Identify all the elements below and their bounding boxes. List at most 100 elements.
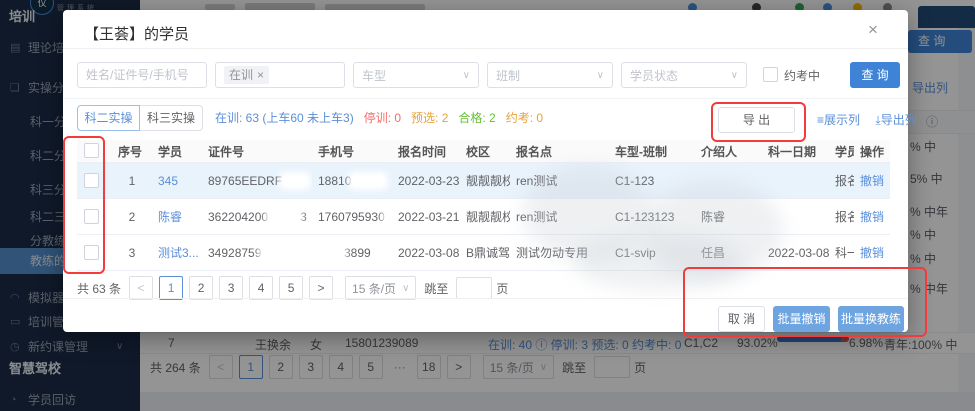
- dialog-pagination-page-5[interactable]: 5: [279, 276, 304, 300]
- row-checkbox[interactable]: [84, 244, 99, 260]
- chevron-down-icon: ∨: [596, 69, 604, 81]
- student-status-multiselect[interactable]: 在训 ×: [215, 62, 345, 88]
- redaction-blur: [318, 247, 344, 260]
- table-cell: C1-123123: [609, 198, 695, 235]
- cell-link[interactable]: 撤销: [860, 246, 884, 260]
- cell-link[interactable]: 撤销: [860, 174, 884, 188]
- table-cell: 345: [152, 162, 202, 199]
- table-cell: C1-123: [609, 162, 695, 199]
- cell-text: 362204200: [208, 209, 269, 224]
- redaction-blur: [261, 247, 296, 260]
- table-cell: 3: [112, 234, 152, 271]
- chevron-down-icon: ∨: [402, 282, 410, 294]
- table-cell: C1-svip: [609, 234, 695, 271]
- dialog-pagination-prev-button[interactable]: <: [129, 276, 154, 300]
- batch-revoke-button[interactable]: 批量撤销: [773, 306, 830, 332]
- table-cell: 1: [112, 162, 152, 199]
- dialog-pagination-page-3[interactable]: 3: [219, 276, 244, 300]
- select-placeholder: 学员状态: [630, 68, 679, 83]
- column-header: 校区: [460, 140, 510, 163]
- table-cell: [695, 162, 762, 199]
- exam-pending-checkbox[interactable]: 约考中: [763, 67, 820, 84]
- table-row: 2 陈睿 362204200 3 1760795930 2022-03-21靓靓靓校区re…: [77, 198, 890, 235]
- table-cell: 撤销: [854, 234, 890, 271]
- stat-text: 预选: 2: [411, 111, 449, 125]
- cell-link[interactable]: 345: [158, 174, 178, 188]
- dialog-pagination-page-unit: 页: [496, 281, 509, 296]
- dialog-title: 【王荟】的学员: [84, 26, 190, 43]
- dialog-pagination-total: 共 63 条: [77, 281, 122, 296]
- table-cell: 撤销: [854, 162, 890, 199]
- dialog-pagination-page-2[interactable]: 2: [189, 276, 214, 300]
- redaction-blur: [268, 211, 301, 224]
- dialog-pagination-page-size-select[interactable]: 15 条/页 ∨: [345, 276, 417, 300]
- table-cell: 撤销: [854, 198, 890, 235]
- export-columns-link[interactable]: ⤓导出列: [875, 113, 916, 127]
- row-checkbox[interactable]: [84, 208, 99, 224]
- table-cell: 2022-03-08: [762, 234, 829, 271]
- column-header: 车型-班制: [609, 140, 695, 163]
- stat-text: 约考: 0: [505, 111, 544, 125]
- select-all-checkbox[interactable]: [84, 143, 99, 158]
- training-stats-summary: 在训: 63 (上车60 未上车3) 停训: 0 预选: 2 合格: 2 约考: 0: [215, 105, 553, 131]
- redaction-blur: [282, 175, 309, 188]
- cell-link[interactable]: 测试3...: [158, 246, 199, 260]
- select-placeholder: 班制: [496, 68, 521, 83]
- checkbox[interactable]: [763, 67, 778, 82]
- table-cell: 1760795930: [312, 198, 392, 235]
- student-state-select[interactable]: 学员状态 ∨: [621, 62, 747, 88]
- column-header: 报名点: [510, 140, 609, 163]
- column-links: ≡展示列 ⤓导出列: [805, 111, 917, 128]
- cell-link[interactable]: 陈睿: [158, 210, 182, 224]
- column-header: 学员: [152, 140, 202, 163]
- table-cell: 陈睿: [152, 198, 202, 235]
- dialog-pagination-jump-input[interactable]: [456, 277, 493, 299]
- class-type-select[interactable]: 班制 ∨: [487, 62, 613, 88]
- dialog-pagination-next-button[interactable]: >: [309, 276, 334, 300]
- table-row: 1 345 89765EEDRF 18810 2022-03-23靓靓靓校区ren测试C…: [77, 162, 890, 199]
- column-header: 学员状态: [829, 140, 854, 163]
- column-header: 证件号: [202, 140, 312, 163]
- export-button[interactable]: 导 出: [718, 107, 795, 133]
- select-all-header: [77, 140, 112, 163]
- table-cell: [762, 198, 829, 235]
- table-cell: 34928759: [202, 234, 312, 271]
- tag-close-icon[interactable]: ×: [257, 68, 264, 82]
- table-cell: 2022-03-08: [392, 234, 460, 271]
- column-header: 操作: [854, 140, 890, 163]
- column-header: 序号: [112, 140, 152, 163]
- table-cell: 89765EEDRF: [202, 162, 312, 199]
- row-select-cell: [77, 198, 112, 235]
- cell-link[interactable]: 撤销: [860, 210, 884, 224]
- row-checkbox[interactable]: [84, 172, 99, 188]
- header-divider: [63, 48, 908, 49]
- column-header: 报名时间: [392, 140, 460, 163]
- name-search-input[interactable]: [77, 62, 207, 88]
- tab-subject3-practice[interactable]: 科三实操: [139, 105, 203, 131]
- dialog-pagination-page-1[interactable]: 1: [159, 276, 184, 300]
- app-screenshot: 查 询 导出列 ⓘ % 中 5% 中% 中年% 中% 中% 中年 7 王换余 女 …: [0, 0, 975, 411]
- footer-divider: [63, 298, 908, 299]
- tab-subject2-practice[interactable]: 科二实操: [77, 105, 140, 131]
- table-cell: 靓靓靓校区: [460, 198, 510, 235]
- cell-text: 1760795930: [318, 209, 385, 224]
- dialog-pagination-page-4[interactable]: 4: [249, 276, 274, 300]
- table-cell: 陈睿: [695, 198, 762, 235]
- dialog-pagination: 共 63 条 <1 2 3 4 5 >15 条/页 ∨ 跳至 页: [77, 276, 512, 300]
- table-cell: 任昌: [695, 234, 762, 271]
- batch-change-coach-button[interactable]: 批量换教练: [838, 306, 904, 332]
- cancel-button[interactable]: 取 消: [718, 306, 765, 332]
- close-icon[interactable]: ×: [863, 20, 883, 40]
- car-type-select[interactable]: 车型 ∨: [353, 62, 479, 88]
- table-cell: 362204200 3: [202, 198, 312, 235]
- column-header: 科一日期: [762, 140, 829, 163]
- search-button[interactable]: 查 询: [850, 62, 900, 88]
- row-select-cell: [77, 234, 112, 271]
- table-cell: [762, 162, 829, 199]
- show-columns-link[interactable]: ≡展示列: [817, 113, 860, 127]
- table-cell: 2022-03-21: [392, 198, 460, 235]
- table-cell: 报名成功: [829, 162, 854, 199]
- table-row: 3测试3...3492875938992022-03-08B鼎诚驾校...测试勿…: [77, 234, 890, 271]
- chevron-down-icon: ∨: [462, 69, 470, 81]
- dialog-pagination-jump-label: 跳至: [424, 281, 449, 296]
